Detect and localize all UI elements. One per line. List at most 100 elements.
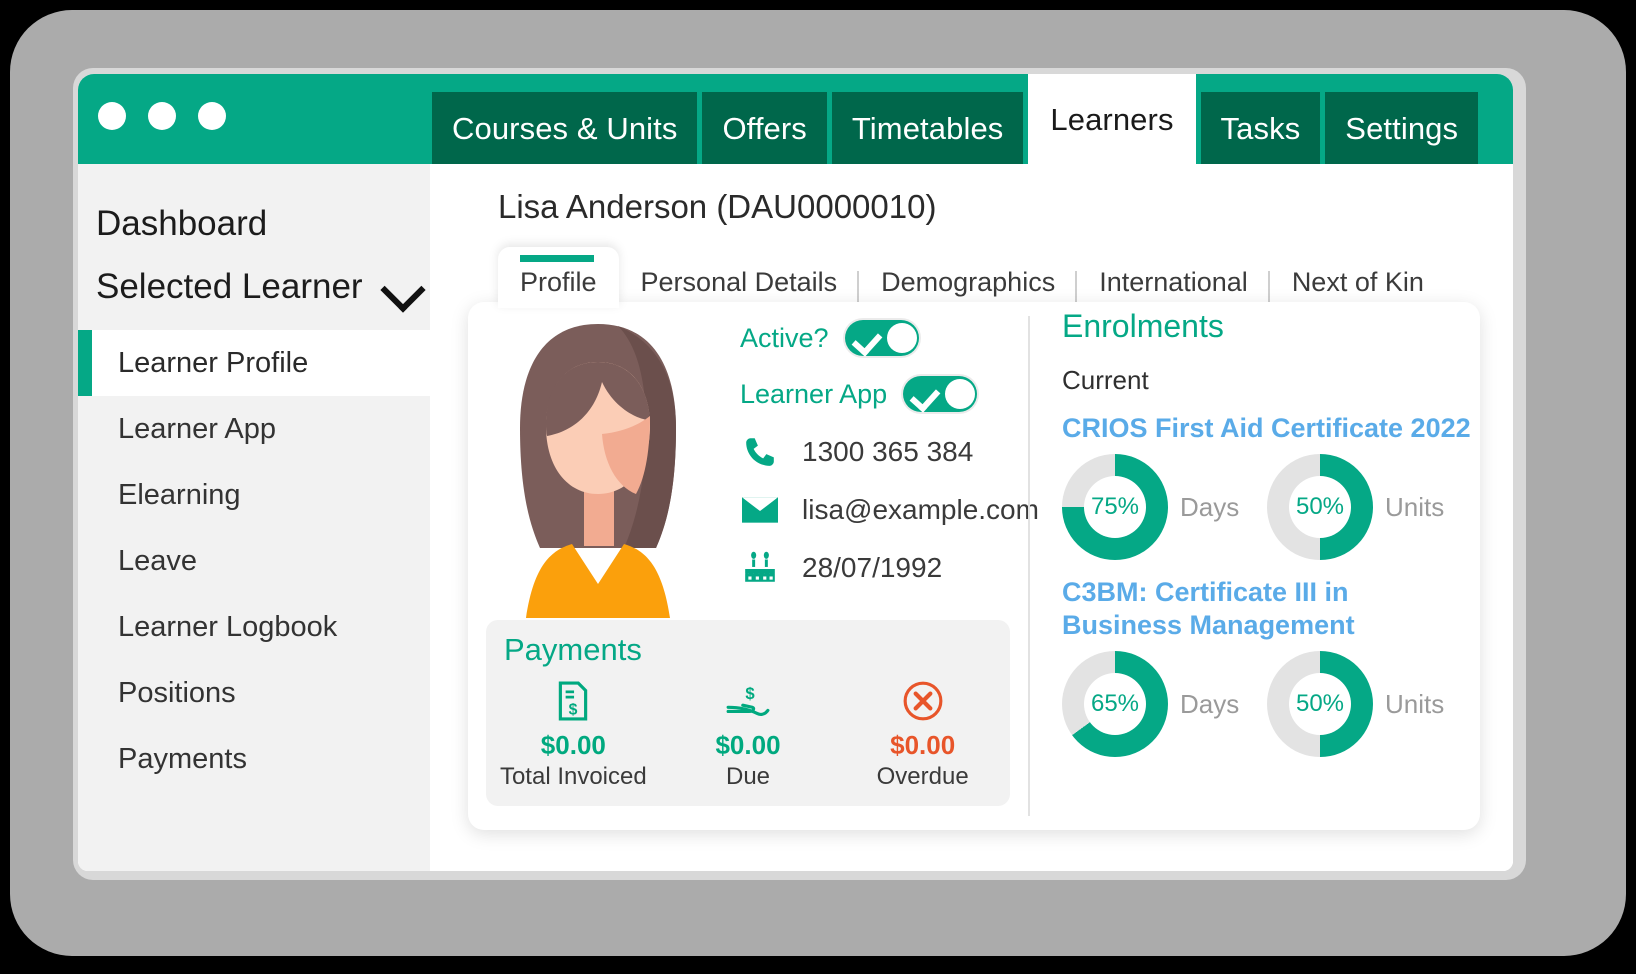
selected-learner-dropdown[interactable]: Selected Learner xyxy=(78,241,430,304)
active-toggle-label: Active? xyxy=(740,322,829,353)
birthday-value: 28/07/1992 xyxy=(802,552,943,583)
screenshot-root: Courses & Units Offers Timetables Learne… xyxy=(0,0,1636,974)
toggle-knob xyxy=(945,379,976,409)
email-value: lisa@example.com xyxy=(802,494,1039,525)
toggle-knob xyxy=(886,323,917,353)
sidebar-item-leave[interactable]: Leave xyxy=(78,528,430,594)
payments-grid: $ $0.00 Total Invoiced $ $0.00 Due $0.00… xyxy=(486,678,1010,791)
window-titlebar: Courses & Units Offers Timetables Learne… xyxy=(78,74,1513,164)
window-controls xyxy=(98,102,226,130)
enrolment-course-link-2[interactable]: C3BM: Certificate III in Business Manage… xyxy=(1062,576,1472,641)
ring-group-days: 65% Days xyxy=(1062,651,1267,758)
progress-ring-label: Units xyxy=(1385,688,1445,719)
payments-overdue-cell[interactable]: $0.00 Overdue xyxy=(835,678,1010,791)
nav-tab-settings[interactable]: Settings xyxy=(1325,92,1479,164)
learner-app-toggle-label: Learner App xyxy=(740,378,888,409)
column-divider xyxy=(1028,316,1030,816)
page-title: Lisa Anderson (DAU0000010) xyxy=(498,188,937,225)
progress-ring-label: Units xyxy=(1385,491,1445,522)
main-content: Lisa Anderson (DAU0000010) Profile Perso… xyxy=(430,164,1513,871)
sidebar-menu: Learner Profile Learner App Elearning Le… xyxy=(78,330,430,792)
avatar xyxy=(498,316,698,618)
overdue-x-circle-icon xyxy=(835,678,1010,724)
enrolments-subtitle: Current xyxy=(1062,365,1149,395)
sidebar-title-dashboard[interactable]: Dashboard xyxy=(78,164,430,241)
sidebar-item-label: Learner Logbook xyxy=(118,610,338,643)
progress-ring-percent: 75% xyxy=(1090,493,1140,521)
maximize-dot-icon[interactable] xyxy=(198,102,226,130)
learner-app-toggle[interactable] xyxy=(901,374,980,414)
tab-label: Next of Kin xyxy=(1291,267,1424,297)
device-frame: Courses & Units Offers Timetables Learne… xyxy=(10,10,1626,956)
payments-label: Overdue xyxy=(876,763,969,790)
email-icon xyxy=(740,490,780,530)
phone-row: 1300 365 384 xyxy=(740,430,1020,474)
sidebar-item-label: Leave xyxy=(118,544,198,577)
sidebar-item-label: Learner Profile xyxy=(118,346,309,379)
contact-block: Active? Learner App 1300 365 384 lisa@ex… xyxy=(740,318,1039,590)
enrolments-panel: Enrolments Current CRIOS First Aid Certi… xyxy=(1062,308,1472,758)
sidebar-item-label: Positions xyxy=(118,676,236,709)
progress-ring-label: Days xyxy=(1180,688,1240,719)
payments-due-cell[interactable]: $ $0.00 Due xyxy=(661,678,836,791)
sidebar-item-label: Elearning xyxy=(118,478,241,511)
tab-label: Demographics xyxy=(881,267,1056,297)
progress-ring-days: 75% xyxy=(1062,454,1168,561)
sidebar-item-learner-logbook[interactable]: Learner Logbook xyxy=(78,594,430,660)
payments-title: Payments xyxy=(504,632,642,667)
svg-text:$: $ xyxy=(569,702,578,719)
progress-ring-center: 75% xyxy=(1084,476,1146,539)
progress-ring-center: 50% xyxy=(1289,476,1351,539)
sidebar-item-positions[interactable]: Positions xyxy=(78,660,430,726)
sidebar-item-payments[interactable]: Payments xyxy=(78,726,430,792)
payments-amount: $0.00 xyxy=(715,730,781,760)
enrolment-rings-2: 65% Days 50% Units xyxy=(1062,651,1472,758)
enrolment-rings-1: 75% Days 50% Units xyxy=(1062,454,1472,561)
minimize-dot-icon[interactable] xyxy=(148,102,176,130)
hand-money-icon: $ xyxy=(661,678,836,724)
payments-total-invoiced-cell[interactable]: $ $0.00 Total Invoiced xyxy=(486,678,661,791)
payments-panel: Payments $ $0.00 Total Invoiced $ $0.00 … xyxy=(486,620,1010,806)
progress-ring-percent: 65% xyxy=(1090,690,1140,718)
window-body: Dashboard Selected Learner Learner Profi… xyxy=(78,164,1513,871)
enrolments-title: Enrolments xyxy=(1062,308,1224,344)
payments-amount: $0.00 xyxy=(540,730,606,760)
progress-ring-center: 50% xyxy=(1289,673,1351,736)
nav-tab-courses-units[interactable]: Courses & Units xyxy=(432,92,698,164)
birthday-cake-icon xyxy=(740,548,780,588)
email-row: lisa@example.com xyxy=(740,488,1039,532)
profile-tab-strip: Profile Personal Details Demographics In… xyxy=(498,247,1446,308)
phone-icon xyxy=(740,432,780,472)
sidebar-item-elearning[interactable]: Elearning xyxy=(78,462,430,528)
svg-text:$: $ xyxy=(745,684,755,703)
phone-value: 1300 365 384 xyxy=(802,436,974,467)
tab-profile[interactable]: Profile xyxy=(498,247,619,308)
progress-ring-units: 50% xyxy=(1267,651,1373,758)
invoice-document-icon: $ xyxy=(486,678,661,724)
selected-learner-label: Selected Learner xyxy=(96,267,363,306)
nav-tab-timetables[interactable]: Timetables xyxy=(831,92,1024,164)
profile-left-column: Active? Learner App 1300 365 384 lisa@ex… xyxy=(468,302,1039,830)
sidebar-item-label: Payments xyxy=(118,742,247,775)
payments-label: Due xyxy=(725,763,771,790)
sidebar-item-learner-profile[interactable]: Learner Profile xyxy=(78,330,430,396)
active-toggle[interactable] xyxy=(842,318,921,358)
main-navigation: Courses & Units Offers Timetables Learne… xyxy=(432,74,1479,164)
sidebar-item-label: Learner App xyxy=(118,412,277,445)
tab-label: International xyxy=(1099,267,1248,297)
enrolment-course-link-1[interactable]: CRIOS First Aid Certificate 2022 xyxy=(1062,412,1472,444)
sidebar: Dashboard Selected Learner Learner Profi… xyxy=(78,164,430,871)
profile-card: Active? Learner App 1300 365 384 lisa@ex… xyxy=(468,302,1480,830)
nav-tab-offers[interactable]: Offers xyxy=(702,92,827,164)
sidebar-item-learner-app[interactable]: Learner App xyxy=(78,396,430,462)
active-toggle-row: Active? xyxy=(740,318,1020,358)
learner-app-toggle-row: Learner App xyxy=(740,374,1020,414)
progress-ring-units: 50% xyxy=(1267,454,1373,561)
nav-tab-learners[interactable]: Learners xyxy=(1028,74,1196,164)
nav-tab-tasks[interactable]: Tasks xyxy=(1200,92,1321,164)
payments-label: Total Invoiced xyxy=(499,763,647,790)
progress-ring-days: 65% xyxy=(1062,651,1168,758)
close-dot-icon[interactable] xyxy=(98,102,126,130)
ring-group-units: 50% Units xyxy=(1267,454,1472,561)
ring-group-units: 50% Units xyxy=(1267,651,1472,758)
